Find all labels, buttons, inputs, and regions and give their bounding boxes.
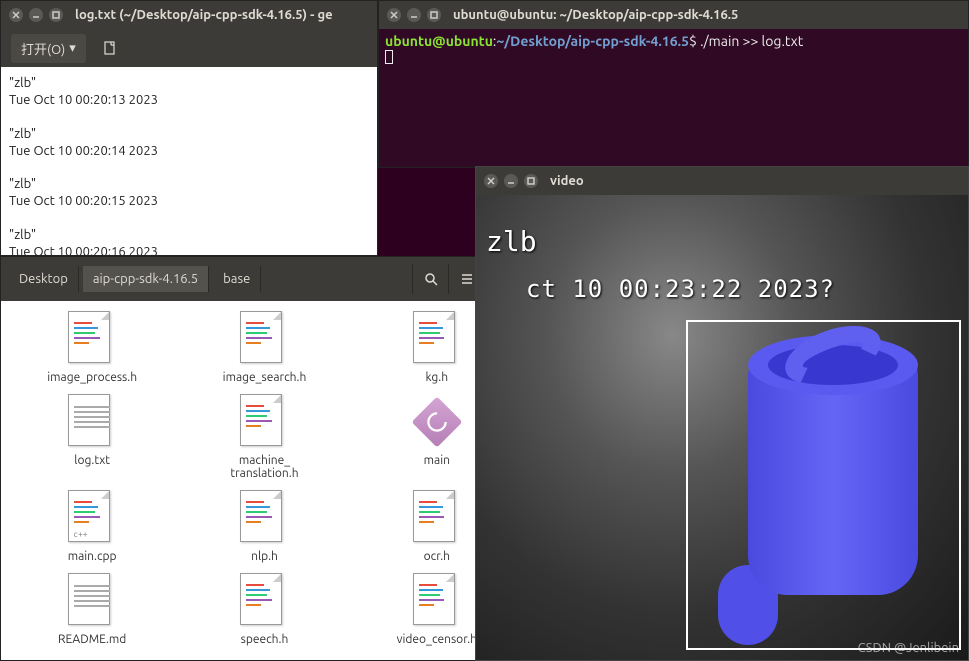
- terminal-cursor: [385, 50, 393, 64]
- gedit-window: log.txt (~/Desktop/aip-cpp-sdk-4.16.5) -…: [0, 0, 378, 256]
- maximize-icon[interactable]: [427, 8, 441, 22]
- file-label: kg.h: [426, 371, 449, 384]
- file-label: README.md: [58, 633, 126, 646]
- terminal-titlebar[interactable]: ubuntu@ubuntu: ~/Desktop/aip-cpp-sdk-4.1…: [379, 1, 968, 29]
- file-label: machine_translation.h: [230, 454, 298, 480]
- breadcrumb-desktop[interactable]: Desktop: [9, 266, 79, 292]
- video-content: zlb ct 10 00:23:22 2023?: [476, 195, 968, 660]
- file-label: image_search.h: [223, 371, 307, 384]
- file-label: main: [424, 454, 450, 467]
- overlay-name: zlb: [486, 225, 537, 258]
- file-item[interactable]: image_process.h: [21, 311, 163, 384]
- file-item[interactable]: c++main.cpp: [21, 490, 163, 563]
- gedit-toolbar: 打开(O) ▾: [1, 29, 377, 67]
- minimize-icon[interactable]: [504, 174, 518, 188]
- video-titlebar[interactable]: video: [476, 167, 968, 195]
- gedit-titlebar[interactable]: log.txt (~/Desktop/aip-cpp-sdk-4.16.5) -…: [1, 1, 377, 29]
- breadcrumb-base[interactable]: base: [213, 266, 261, 292]
- file-grid: image_process.h image_search.h kg.h log.txt…: [1, 301, 528, 656]
- open-button[interactable]: 打开(O) ▾: [11, 34, 86, 63]
- mug-render: [698, 295, 968, 655]
- file-label: video_censor.h: [397, 633, 477, 646]
- terminal-title: ubuntu@ubuntu: ~/Desktop/aip-cpp-sdk-4.1…: [453, 8, 738, 22]
- video-title: video: [550, 174, 584, 188]
- file-item[interactable]: speech.h: [193, 573, 335, 646]
- minimize-icon[interactable]: [29, 8, 43, 22]
- terminal-content[interactable]: ubuntu@ubuntu:~/Desktop/aip-cpp-sdk-4.16…: [379, 29, 968, 71]
- close-icon[interactable]: [9, 8, 23, 22]
- terminal-command: ./main >> log.txt: [700, 33, 803, 49]
- close-icon[interactable]: [387, 8, 401, 22]
- maximize-icon[interactable]: [524, 174, 538, 188]
- minimize-icon[interactable]: [407, 8, 421, 22]
- file-label: main.cpp: [68, 550, 117, 563]
- chevron-down-icon: ▾: [69, 41, 76, 56]
- breadcrumb-sdk[interactable]: aip-cpp-sdk-4.16.5: [83, 266, 209, 292]
- watermark: CSDN @Jenlibein: [858, 641, 959, 655]
- new-document-button[interactable]: [98, 36, 122, 60]
- prompt-user: ubuntu@ubuntu: [385, 33, 493, 49]
- file-label: log.txt: [74, 454, 110, 467]
- video-window: video zlb ct 10 00:23:22 2023?: [475, 166, 969, 661]
- file-item[interactable]: machine_translation.h: [193, 394, 335, 480]
- maximize-icon[interactable]: [49, 8, 63, 22]
- file-item[interactable]: log.txt: [21, 394, 163, 480]
- file-item[interactable]: nlp.h: [193, 490, 335, 563]
- search-button[interactable]: [412, 264, 448, 294]
- file-label: image_process.h: [47, 371, 137, 384]
- file-label: ocr.h: [424, 550, 450, 563]
- file-label: speech.h: [241, 633, 289, 646]
- terminal-window: ubuntu@ubuntu: ~/Desktop/aip-cpp-sdk-4.1…: [378, 0, 969, 168]
- gedit-content[interactable]: "zlb" Tue Oct 10 00:20:13 2023 "zlb" Tue…: [1, 67, 377, 255]
- file-item[interactable]: README.md: [21, 573, 163, 646]
- gedit-title: log.txt (~/Desktop/aip-cpp-sdk-4.16.5) -…: [75, 8, 333, 22]
- nautilus-nav: Desktop aip-cpp-sdk-4.16.5 base: [1, 257, 528, 301]
- nautilus-window: Desktop aip-cpp-sdk-4.16.5 base image_pr…: [0, 256, 529, 661]
- file-item[interactable]: image_search.h: [193, 311, 335, 384]
- file-label: nlp.h: [251, 550, 278, 563]
- prompt-path: ~/Desktop/aip-cpp-sdk-4.16.5: [496, 33, 689, 49]
- close-icon[interactable]: [484, 174, 498, 188]
